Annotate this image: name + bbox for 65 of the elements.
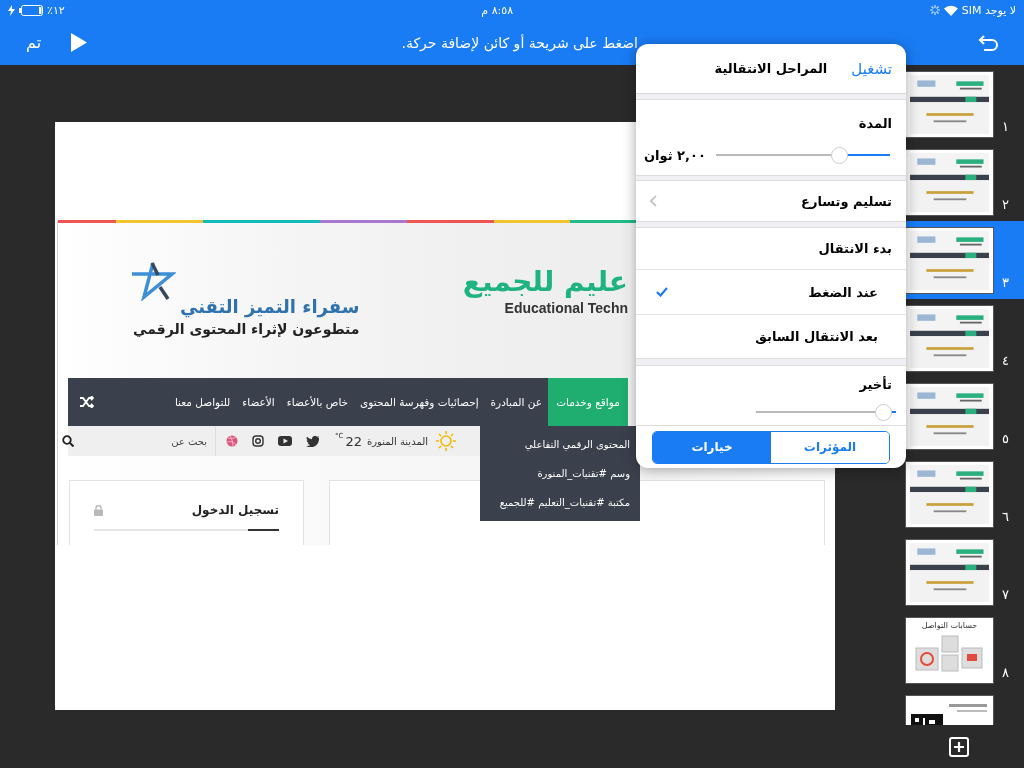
duration-label: المدة (858, 115, 892, 131)
start-option[interactable]: عند الضغط (636, 270, 906, 315)
slider-track[interactable] (756, 403, 896, 421)
site-title: عليم للجميع (462, 265, 628, 298)
slide-thumbnail[interactable]: حسابات التواصل (905, 616, 994, 684)
slide-number: ٢ (1002, 197, 1009, 213)
dropdown-item[interactable]: المحتوى الرقمي التفاعلي (480, 430, 640, 459)
menu-item[interactable]: خاص بالأعضاء (280, 378, 355, 426)
dropdown-item[interactable]: مكتبة #تقنيات_التعليم #للجميع (480, 488, 640, 517)
menu-item[interactable]: الأعضاء (236, 378, 281, 426)
add-slide-icon[interactable] (948, 736, 969, 757)
menu-item[interactable]: عن المبادرة (484, 378, 548, 426)
partner-tagline: متطوعون لإثراء المحتوى الرقمي (133, 321, 360, 337)
sun-icon (436, 431, 456, 451)
option-label: عند الضغط (808, 284, 878, 300)
start-label: بدء الانتقال (818, 241, 892, 256)
status-time: ٨:٥٨ م (481, 3, 514, 17)
wifi-icon (943, 4, 958, 16)
search-field[interactable]: بحث عن (74, 426, 216, 456)
slide-number: ١ (1002, 119, 1009, 135)
lock-icon (94, 504, 103, 516)
start-option[interactable]: بعد الانتقال السابق (636, 315, 906, 358)
video-play-icon[interactable] (278, 436, 292, 446)
toolbar-instruction: اضغط على شريحة أو كائن لإضافة حركة. (401, 34, 638, 51)
star-logo-icon (130, 261, 176, 301)
slide-number: ٥ (1002, 431, 1009, 447)
popover-title: المراحل الانتقالية (714, 61, 828, 76)
slider-track[interactable] (715, 146, 890, 164)
done-button[interactable]: تم (26, 33, 42, 52)
menu-item[interactable]: إحصائيات وفهرسة المحتوى (354, 378, 485, 426)
option-label: بعد الانتقال السابق (755, 329, 878, 344)
play-button-icon[interactable] (71, 33, 88, 52)
chevron-icon (650, 195, 657, 207)
shuffle-icon[interactable] (80, 396, 94, 408)
ball-icon[interactable] (226, 435, 238, 447)
partner-title: سفراء التميز التقني (180, 296, 360, 317)
menu-item[interactable]: للتواصل معنا (168, 378, 237, 426)
slide-number: ٣ (1002, 275, 1009, 291)
weather-city: المدينة المنورة (366, 435, 428, 447)
slide-number: ٨ (1002, 665, 1009, 681)
slider-thumb[interactable] (875, 403, 893, 421)
slide-number: ٦ (1002, 509, 1009, 525)
carrier-status: لا يوجد SIM (961, 3, 1016, 17)
login-title: تسجيل الدخول (191, 503, 279, 517)
slide-number: ٤ (1002, 353, 1009, 369)
thumbnail-caption: حسابات التواصل (920, 620, 979, 630)
bird-icon[interactable] (306, 435, 319, 447)
site-subtitle: Educational Techn (504, 300, 628, 316)
easing-label: تسليم وتسارع (801, 193, 892, 209)
search-icon[interactable] (62, 435, 74, 447)
battery-percentage: ٪١٢ (47, 3, 65, 17)
slide-number: ٧ (1002, 587, 1009, 603)
undo-icon[interactable] (978, 32, 1000, 53)
weather-temperature: 22 (345, 433, 362, 449)
battery-icon (19, 4, 43, 16)
delay-label: تأخير (859, 376, 892, 392)
play-button[interactable]: تشغيل (851, 59, 892, 78)
dropdown-item[interactable]: وسم #تقنيات_المنورة (480, 459, 640, 488)
slider-thumb[interactable] (830, 146, 848, 164)
duration-reading: ٢,٠٠ ثوان (644, 147, 706, 163)
camera-icon[interactable] (252, 435, 264, 447)
segment-tab[interactable]: خيارات (653, 431, 771, 463)
easing-row[interactable]: تسليم وتسارع (636, 181, 906, 221)
activity-spinner-icon (929, 5, 940, 15)
contact-cubes-drawing (915, 633, 985, 674)
